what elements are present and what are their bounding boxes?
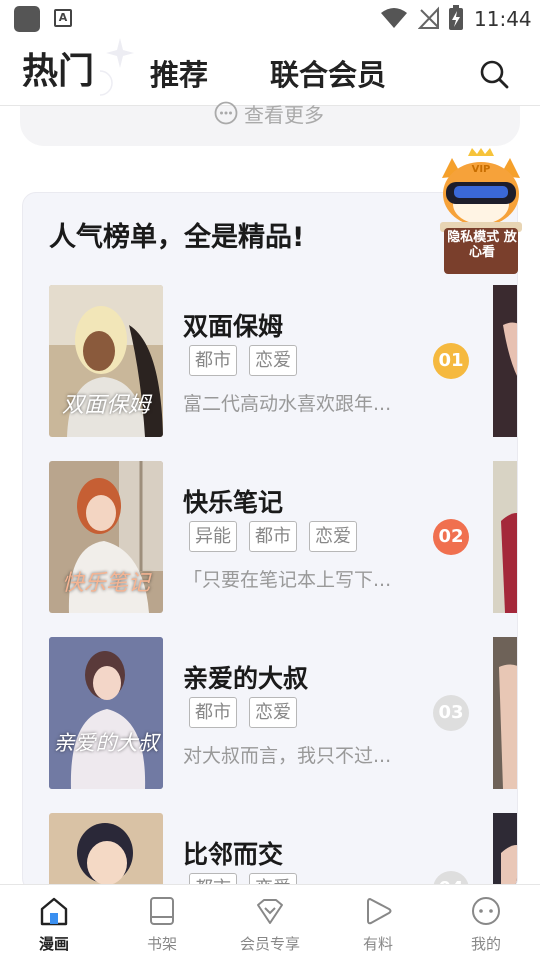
comic-title-3: 亲爱的大叔 — [183, 664, 309, 693]
status-bar: A 11:44 — [0, 0, 540, 38]
ranking-item-3[interactable]: 亲爱的大叔 亲爱的大叔 都市 恋爱 对大叔而言，我只不过... 03 — [49, 637, 517, 789]
comic-cover-4[interactable] — [49, 813, 163, 891]
app-notification-icon — [14, 6, 40, 32]
nav-label-vip: 会员专享 — [239, 935, 300, 953]
cover-title-3: 亲爱的大叔 — [53, 731, 159, 755]
nav-item-profile[interactable]: 我的 — [432, 885, 540, 960]
app-notification-a-icon: A — [54, 9, 72, 27]
comic-description-2: 「只要在笔记本上写下... — [183, 569, 392, 591]
comic-description-3: 对大叔而言，我只不过... — [183, 745, 392, 767]
home-icon — [40, 897, 68, 926]
genre-tag[interactable]: 都市 — [189, 697, 237, 728]
genre-tag[interactable]: 恋爱 — [309, 521, 357, 552]
ranking-item-1[interactable]: 双面保姆 双面保姆 都市 恋爱 富二代高动水喜欢跟年... 01 — [49, 285, 517, 437]
tab-hot[interactable]: 热门 — [22, 42, 94, 94]
no-signal-icon — [418, 6, 439, 29]
nav-label-comics: 漫画 — [38, 935, 69, 953]
ranking-title: 人气榜单，全是精品! — [49, 222, 305, 253]
vip-label: VIP — [472, 164, 491, 175]
tag-list-3: 都市 恋爱 — [189, 697, 297, 728]
cover-title-1: 双面保姆 — [61, 393, 150, 418]
comic-cover-3[interactable]: 亲爱的大叔 — [49, 637, 163, 789]
nav-item-vip[interactable]: 会员专享 — [216, 885, 324, 960]
nav-item-bookshelf[interactable]: 书架 — [108, 885, 216, 960]
comic-title-2: 快乐笔记 — [183, 488, 284, 517]
ranking-card: 人气榜单，全是精品! 双面保姆 双面保姆 都市 恋爱 富二代高动水喜欢跟年...… — [22, 192, 518, 892]
comic-description-1: 富二代高动水喜欢跟年... — [183, 393, 392, 415]
comic-title-4: 比邻而交 — [183, 840, 284, 869]
vip-privacy-mode-badge[interactable]: VIP 隐私模式 放心看 — [432, 148, 530, 276]
next-cover-peek-2[interactable] — [493, 461, 518, 613]
nav-label-bookshelf: 书架 — [146, 935, 177, 953]
tag-list-2: 异能 都市 恋爱 — [189, 521, 357, 552]
more-dots-icon — [214, 101, 238, 125]
crown-icon — [257, 899, 283, 924]
see-more-label: 查看更多 — [244, 102, 324, 127]
wifi-icon — [381, 8, 407, 28]
rank-badge-1: 01 — [433, 343, 469, 379]
decorative-sparkle-icon — [100, 38, 134, 96]
tag-list-1: 都市 恋爱 — [189, 345, 297, 376]
nav-item-feed[interactable]: 有料 — [324, 885, 432, 960]
tab-recommend[interactable]: 推荐 — [150, 52, 208, 94]
privacy-mode-text: 隐私模式 放心看 — [447, 230, 517, 260]
nav-item-comics[interactable]: 漫画 — [0, 885, 108, 960]
next-cover-peek-1[interactable] — [493, 285, 518, 437]
profile-icon — [472, 897, 500, 925]
next-cover-peek-3[interactable] — [493, 637, 518, 789]
genre-tag[interactable]: 恋爱 — [249, 697, 297, 728]
next-cover-peek-4[interactable] — [493, 813, 518, 892]
genre-tag[interactable]: 恋爱 — [249, 345, 297, 376]
rank-badge-2: 02 — [433, 519, 469, 555]
battery-charging-icon — [449, 5, 463, 30]
nav-label-feed: 有料 — [362, 935, 393, 953]
ranking-item-2[interactable]: 快乐笔记 快乐笔记 异能 都市 恋爱 「只要在笔记本上写下... 02 — [49, 461, 517, 613]
nav-label-profile: 我的 — [470, 935, 501, 953]
play-icon — [367, 898, 392, 925]
top-header: 热门 推荐 联合会员 — [0, 38, 540, 106]
see-more-button[interactable]: 查看更多 — [214, 98, 324, 128]
bottom-navigation: 漫画 书架 会员专享 有料 我的 — [0, 884, 540, 960]
comic-title-1: 双面保姆 — [183, 312, 284, 341]
status-time: 11:44 — [474, 7, 532, 31]
search-icon[interactable] — [478, 58, 510, 90]
genre-tag[interactable]: 都市 — [249, 521, 297, 552]
tab-union-vip[interactable]: 联合会员 — [270, 52, 386, 94]
ranking-item-4[interactable]: 比邻而交 都市 恋爱 04 — [49, 813, 517, 891]
genre-tag[interactable]: 异能 — [189, 521, 237, 552]
cover-title-2: 快乐笔记 — [61, 571, 150, 596]
comic-cover-1[interactable]: 双面保姆 — [49, 285, 163, 437]
comic-cover-2[interactable]: 快乐笔记 — [49, 461, 163, 613]
genre-tag[interactable]: 都市 — [189, 345, 237, 376]
rank-badge-3: 03 — [433, 695, 469, 731]
bookshelf-icon — [150, 897, 174, 925]
